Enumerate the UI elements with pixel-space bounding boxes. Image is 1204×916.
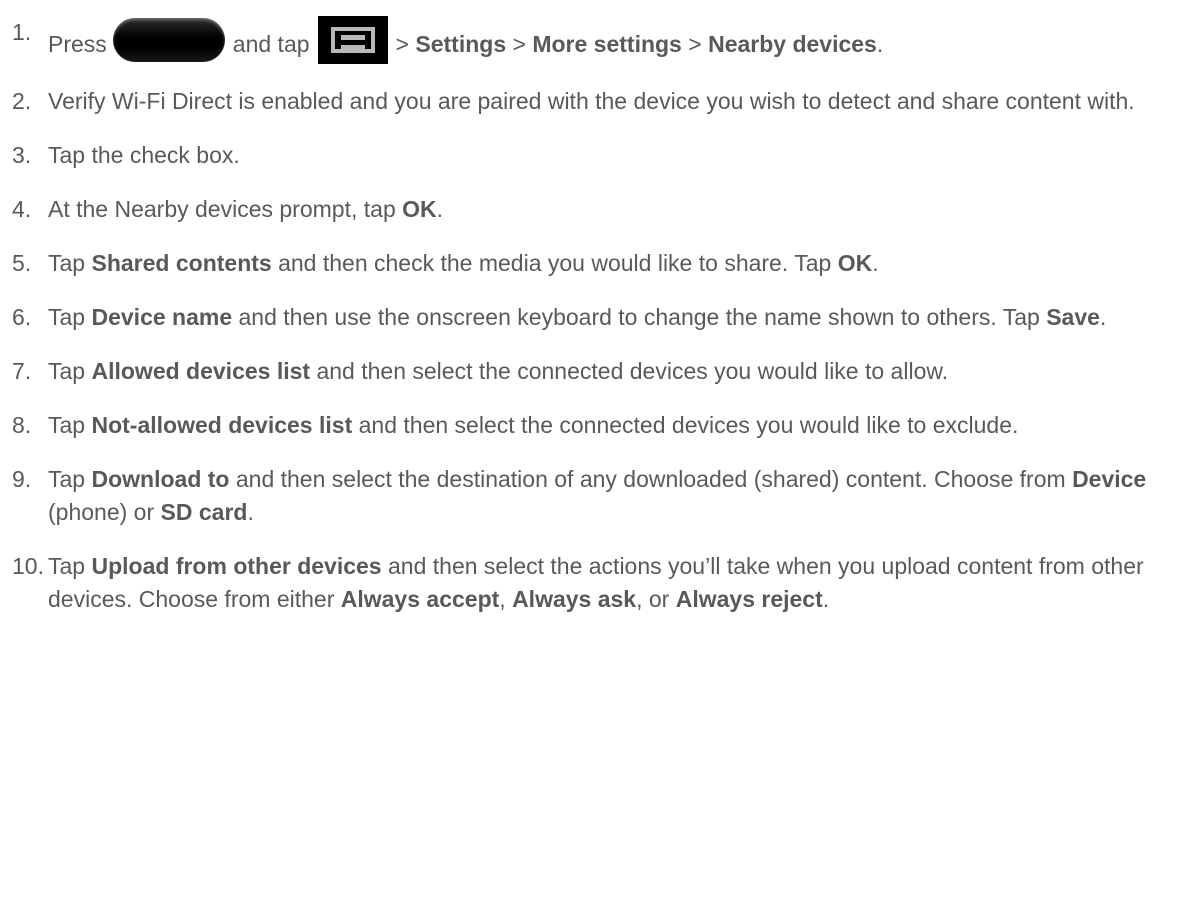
step-number: 5. (12, 250, 32, 276)
breadcrumb-separator: > (512, 31, 526, 57)
menu-button-icon (317, 16, 388, 64)
list-item: 10. Tap Upload from other devices and th… (0, 550, 1204, 616)
step-text-segment: and then use the onscreen keyboard to ch… (238, 304, 1040, 330)
step-text-segment: . (436, 196, 444, 222)
step-number: 2. (12, 88, 32, 114)
menu-path-settings: Settings (415, 31, 507, 57)
step-text-segment: and then select the destination of any d… (235, 466, 1066, 492)
always-accept-option-label: Always accept (340, 586, 500, 612)
step-number: 6. (12, 304, 32, 330)
list-item: 1. Press and tap > Settings > More setting… (0, 16, 1204, 64)
step-number: 10. (12, 553, 44, 579)
step-text-segment: . (872, 250, 879, 276)
breadcrumb-separator: > (395, 31, 409, 57)
step-text-segment: Tap (48, 304, 86, 330)
not-allowed-devices-list-label: Not-allowed devices list (91, 412, 353, 438)
step-text-segment: and tap (232, 31, 310, 57)
list-item: 6. Tap Device name and then use the onsc… (0, 301, 1204, 334)
step-text-segment: , or (636, 586, 670, 612)
step-text-segment: Tap (48, 412, 86, 438)
step-number: 1. (12, 19, 32, 45)
step-text: Tap Upload from other devices and then s… (48, 550, 1204, 616)
sd-card-option-label: SD card (160, 499, 248, 525)
step-text-segment: Tap (48, 553, 86, 579)
list-item: 9. Tap Download to and then select the d… (0, 463, 1204, 529)
menu-path-more-settings: More settings (532, 31, 682, 57)
list-item: 8. Tap Not-allowed devices list and then… (0, 409, 1204, 442)
step-text: Verify Wi-Fi Direct is enabled and you a… (48, 88, 1135, 114)
step-text-segment: At the Nearby devices prompt, tap (48, 196, 396, 222)
step-number: 3. (12, 142, 32, 168)
upload-from-other-devices-label: Upload from other devices (91, 553, 382, 579)
step-number: 9. (12, 466, 32, 492)
ok-label: OK (402, 196, 437, 222)
home-button-icon (112, 18, 225, 62)
save-label: Save (1046, 304, 1100, 330)
step-text-segment: Press (48, 31, 107, 57)
list-item: 4. At the Nearby devices prompt, tap OK. (0, 193, 1204, 226)
step-number: 7. (12, 358, 32, 384)
step-text: Tap Not-allowed devices list and then se… (48, 409, 1204, 442)
step-number: 4. (12, 196, 32, 222)
step-text-segment: and then select the connected devices yo… (316, 358, 949, 384)
list-item: 7. Tap Allowed devices list and then sel… (0, 355, 1204, 388)
allowed-devices-list-label: Allowed devices list (91, 358, 311, 384)
step-text: Tap the check box. (48, 142, 240, 168)
step-number: 8. (12, 412, 32, 438)
step-text: Press and tap > Settings > More settings >… (48, 16, 1204, 64)
step-text-segment: and then check the media you would like … (278, 250, 832, 276)
ok-label: OK (837, 250, 873, 276)
step-text-segment: . (822, 586, 830, 612)
list-item: 3. Tap the check box. (0, 139, 1204, 172)
step-text-segment: and then select the connected devices yo… (358, 412, 1019, 438)
step-text: Tap Device name and then use the onscree… (48, 301, 1204, 334)
list-item: 2. Verify Wi-Fi Direct is enabled and yo… (0, 85, 1204, 118)
step-text-segment: Tap (48, 358, 86, 384)
device-name-label: Device name (91, 304, 233, 330)
step-text: Tap Download to and then select the dest… (48, 463, 1204, 529)
list-item: 5. Tap Shared contents and then check th… (0, 247, 1204, 280)
step-text-segment: , (499, 586, 506, 612)
step-text: Tap Allowed devices list and then select… (48, 355, 1204, 388)
instruction-list: 1. Press and tap > Settings > More setting… (0, 16, 1204, 637)
menu-path-nearby-devices: Nearby devices (708, 31, 877, 57)
always-reject-option-label: Always reject (675, 586, 823, 612)
step-text-segment: Tap (48, 250, 86, 276)
always-ask-option-label: Always ask (512, 586, 637, 612)
step-text: Tap Shared contents and then check the m… (48, 247, 1204, 280)
device-option-label: Device (1072, 466, 1147, 492)
download-to-label: Download to (91, 466, 230, 492)
step-text-segment: Tap (48, 466, 86, 492)
step-text-segment: (phone) or (48, 499, 155, 525)
step-text-segment: . (1099, 304, 1107, 330)
shared-contents-label: Shared contents (91, 250, 272, 276)
step-text-segment: . (247, 499, 254, 525)
breadcrumb-separator: > (688, 31, 702, 57)
step-text-segment: . (876, 31, 884, 57)
step-text: At the Nearby devices prompt, tap OK. (48, 193, 1204, 226)
